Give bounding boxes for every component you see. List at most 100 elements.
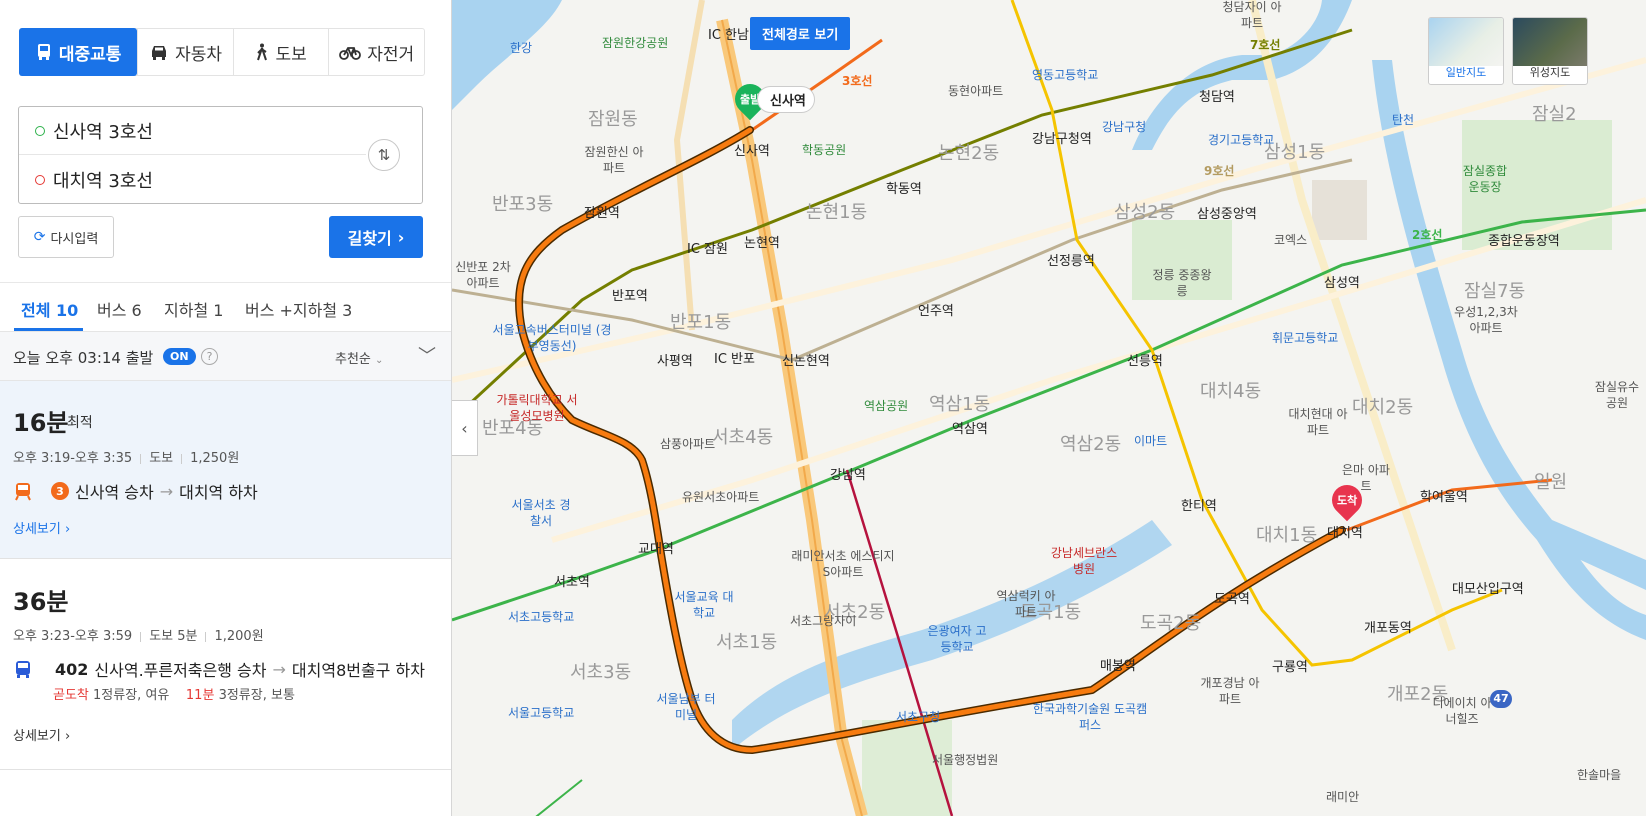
tab-bus-subway[interactable]: 버스 +지하철 3 <box>245 297 352 321</box>
poi-label: 탄천 <box>1392 113 1415 127</box>
map-view[interactable]: 전체경로 보기 ‹ 일반지도 위성지도 출발 신사역 도착 7호선 3호선 2호… <box>452 0 1646 816</box>
mode-car-tab[interactable]: 자동차 <box>137 29 233 75</box>
dong-label: 서초1동 <box>716 632 778 653</box>
board-stop: 신사역 승차 <box>75 483 154 502</box>
tab-subway[interactable]: 지하철 1 <box>164 297 223 321</box>
arrival-1-status: 곧도착 <box>53 688 89 703</box>
station-label[interactable]: 삼성중앙역 <box>1197 203 1257 222</box>
route-fare: 1,250원 <box>190 451 240 466</box>
station-label[interactable]: 반포역 <box>612 285 648 304</box>
mode-label: 자동차 <box>175 44 222 65</box>
route-walk: 도보 <box>149 451 174 466</box>
subway-train-icon <box>15 483 31 501</box>
poi-label: 유원서초아파트 <box>682 490 760 504</box>
search-route-button[interactable]: 길찾기 › <box>329 216 423 258</box>
sort-dropdown[interactable]: 추천순 ⌄ <box>335 348 383 367</box>
route-result-card[interactable]: 16분 최적 오후 3:19-오후 3:35 도보 1,250원 3 신사역 승차 … <box>0 381 451 559</box>
origin-value: 신사역 3호선 <box>53 121 153 143</box>
route-result-card[interactable]: 36분 오후 3:23-오후 3:59 도보 5분 1,200원 402 신사역.푸… <box>0 560 451 770</box>
station-label[interactable]: 선정릉역 <box>1047 250 1095 269</box>
station-label[interactable]: 학여울역 <box>1420 486 1468 505</box>
detail-link[interactable]: 상세보기 › <box>13 725 70 744</box>
station-label[interactable]: 대모산입구역 <box>1452 578 1524 597</box>
station-label[interactable]: 개포동역 <box>1364 617 1412 636</box>
map-type-label: 위성지도 <box>1529 66 1571 79</box>
station-label[interactable]: 대치역 <box>1327 522 1363 541</box>
station-label[interactable]: 신사역 <box>734 140 770 159</box>
dong-label: 서초4동 <box>712 427 774 448</box>
arrival-2-info: 3정류장, 보통 <box>218 688 295 703</box>
bus-icon <box>37 44 50 60</box>
tab-all[interactable]: 전체 10 <box>21 297 78 321</box>
station-label[interactable]: 학동역 <box>886 178 922 197</box>
mode-transit-tab[interactable]: 대중교통 <box>19 28 138 76</box>
line-3-track <box>535 779 583 816</box>
station-label[interactable]: 신논현역 <box>782 350 830 369</box>
reset-button[interactable]: ⟳ 다시입력 <box>18 216 114 258</box>
destination-field[interactable]: 대치역 3호선 <box>19 156 362 204</box>
bus-icon <box>16 661 30 678</box>
origin-field[interactable]: 신사역 3호선 <box>19 107 366 155</box>
poi-label: 강남구청 <box>1102 120 1147 134</box>
poi-label: 서울남부 터미널 <box>656 692 716 722</box>
route-duration: 16분 <box>13 409 69 437</box>
station-label[interactable]: 청담역 <box>1199 86 1235 105</box>
dong-label: 잠실2 <box>1532 104 1577 125</box>
station-label[interactable]: 언주역 <box>918 300 954 319</box>
station-label[interactable]: 한티역 <box>1181 495 1217 514</box>
poi-label: 래미안서초 에스티지S아파트 <box>791 549 895 579</box>
station-label[interactable]: 구룡역 <box>1272 656 1308 675</box>
station-label[interactable]: 강남역 <box>830 464 866 483</box>
start-station-label[interactable]: 신사역 <box>757 86 815 113</box>
poi-label: 한솔마을 <box>1577 768 1622 782</box>
mode-walk-tab[interactable]: 도보 <box>232 29 329 75</box>
map-thumbnail <box>1513 18 1587 66</box>
collapse-panel-button[interactable]: ‹ <box>452 400 478 456</box>
poi-label: 코엑스 <box>1274 233 1308 247</box>
origin-dot-icon <box>35 125 45 136</box>
help-icon[interactable]: ? <box>201 348 218 365</box>
dong-label: 논현1동 <box>806 202 868 223</box>
poi-label: 은광여자 고등학교 <box>927 624 987 654</box>
station-label[interactable]: 선릉역 <box>1127 350 1163 369</box>
mode-label: 도보 <box>275 44 307 65</box>
search-label: 길찾기 <box>347 229 392 248</box>
map-type-label: 일반지도 <box>1445 66 1487 79</box>
swap-button[interactable]: ⇅ <box>368 139 400 171</box>
poi-label: 개포경남 아파트 <box>1200 676 1260 706</box>
station-label[interactable]: 매봉역 <box>1100 655 1136 674</box>
route-leg: 3 신사역 승차 → 대치역 하차 <box>13 479 258 503</box>
full-route-button[interactable]: 전체경로 보기 <box>750 17 851 50</box>
tab-bus[interactable]: 버스 6 <box>97 297 142 321</box>
result-filter-tabs: 전체 10 버스 6 지하철 1 버스 +지하철 3 <box>0 283 451 331</box>
transport-mode-tabs: 대중교통 자동차 도보 자전거 <box>19 28 425 76</box>
station-label[interactable]: 잠원역 <box>584 202 620 221</box>
departure-time[interactable]: 오늘 오후 03:14 출발 <box>13 347 153 368</box>
end-pin-label: 도착 <box>1336 494 1358 507</box>
mode-label: 대중교통 <box>58 44 122 65</box>
ic-label: IC 한남 <box>708 28 749 43</box>
station-label[interactable]: 강남구청역 <box>1032 128 1092 147</box>
route-time: 오후 3:23-오후 3:59 <box>13 629 133 644</box>
mode-label: 자전거 <box>367 44 415 65</box>
poi-label: 한강 <box>510 41 533 55</box>
map-type-satellite[interactable]: 위성지도 <box>1512 17 1588 85</box>
poi-label: 서울고속버스터미널 (경부영동선) <box>492 323 612 353</box>
station-label[interactable]: 역삼역 <box>952 418 988 437</box>
station-label[interactable]: 삼성역 <box>1324 272 1360 291</box>
station-label[interactable]: 사평역 <box>657 350 693 369</box>
detail-link[interactable]: 상세보기 › <box>13 518 70 537</box>
poi-label: 서초구청 <box>896 710 941 724</box>
expand-options-chevron-icon[interactable]: ﹀ <box>418 342 436 368</box>
station-label[interactable]: 도곡역 <box>1214 588 1250 607</box>
mode-bicycle-tab[interactable]: 자전거 <box>328 29 424 75</box>
sort-label: 추천순 <box>335 352 371 367</box>
station-label[interactable]: 논현역 <box>744 232 780 251</box>
map-type-normal[interactable]: 일반지도 <box>1428 17 1504 85</box>
station-label[interactable]: 교대역 <box>638 538 674 557</box>
station-label[interactable]: 종합운동장역 <box>1488 230 1560 249</box>
station-label[interactable]: 서초역 <box>554 571 590 590</box>
poi-label: 이마트 <box>1134 434 1168 448</box>
dong-label: 대치1동 <box>1256 525 1318 546</box>
realtime-toggle[interactable]: ON <box>163 348 196 365</box>
